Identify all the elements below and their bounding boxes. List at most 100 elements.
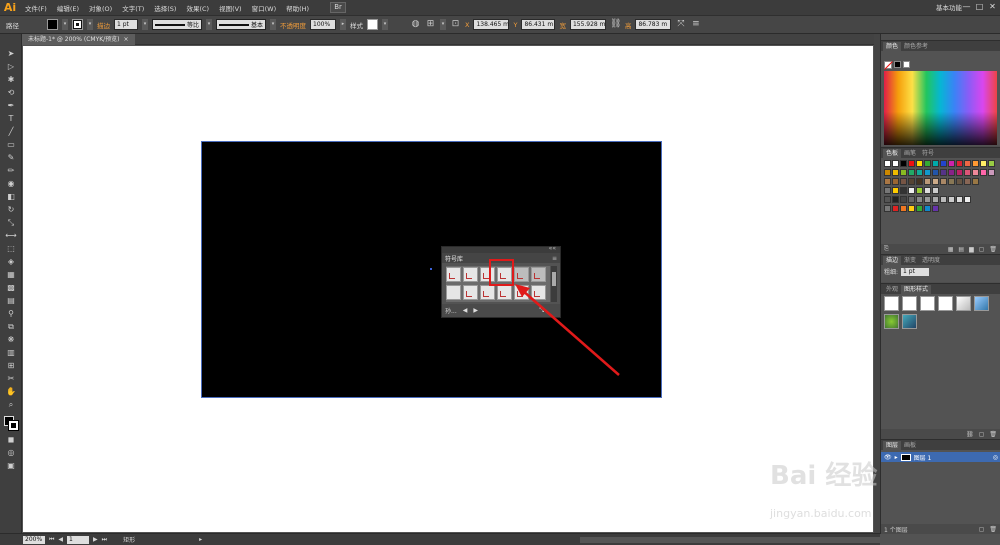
tab-color[interactable]: 颜色 (883, 42, 902, 51)
swatch[interactable] (964, 169, 971, 176)
swatch[interactable] (956, 160, 963, 167)
swatch[interactable] (988, 169, 995, 176)
swatch[interactable] (900, 169, 907, 176)
zoom-field[interactable]: 200% (23, 535, 45, 544)
swatch[interactable] (908, 169, 915, 176)
menu-window[interactable]: 窗口(W) (247, 3, 282, 13)
gradient-tool-icon[interactable]: ▤ (3, 295, 19, 306)
swatch[interactable] (900, 178, 907, 185)
library-menu-label[interactable]: 孙... (445, 306, 457, 315)
swatch[interactable] (884, 160, 891, 167)
pen-tool-icon[interactable]: ✒ (3, 100, 19, 111)
menu-type[interactable]: 文字(T) (117, 3, 149, 13)
close-tab-icon[interactable]: × (124, 36, 129, 43)
swatch[interactable] (892, 178, 899, 185)
eye-icon[interactable]: 👁 (884, 454, 892, 461)
swatch[interactable] (892, 187, 899, 194)
swatch[interactable] (964, 196, 971, 203)
swatch[interactable] (908, 187, 915, 194)
height-field[interactable]: 86.783 m (635, 19, 672, 30)
swatch[interactable] (988, 160, 995, 167)
brush-definition[interactable]: 基本 (216, 19, 266, 30)
stroke-label[interactable]: 描边 (97, 20, 110, 30)
column-graph-tool-icon[interactable]: ▥ (3, 347, 19, 358)
swatch[interactable] (908, 205, 915, 212)
selection-tool-icon[interactable]: ➤ (3, 48, 19, 59)
graphic-style-thumbnail[interactable] (974, 296, 989, 311)
swatch[interactable] (924, 169, 931, 176)
recolor-icon[interactable]: ◍ (410, 19, 421, 30)
perspective-grid-tool-icon[interactable]: ▦ (3, 269, 19, 280)
swatch[interactable] (964, 160, 971, 167)
new-swatch-icon[interactable]: ▢ (979, 246, 985, 253)
swatch-libraries-icon[interactable]: ⎘ (884, 245, 889, 253)
line-tool-icon[interactable]: ╱ (3, 126, 19, 137)
swatch[interactable] (948, 196, 955, 203)
swatch[interactable] (980, 169, 987, 176)
new-style-icon[interactable]: ▢ (979, 431, 985, 438)
chevron-down-icon[interactable]: ▾ (87, 19, 93, 30)
swatch[interactable] (884, 169, 891, 176)
scrollbar-thumb[interactable] (552, 272, 556, 286)
tab-brushes[interactable]: 画笔 (901, 149, 919, 158)
stroke-swatch[interactable] (72, 19, 83, 30)
tab-gradient[interactable]: 渐变 (901, 256, 919, 265)
width-tool-icon[interactable]: ⟷ (3, 230, 19, 241)
expand-icon[interactable]: ▸ (895, 454, 898, 461)
status-menu-icon[interactable]: ▸ (199, 536, 202, 543)
document-tab[interactable]: 未标题-1* @ 200% (CMYK/预览) × (22, 34, 135, 45)
next-artboard-icon[interactable]: ▶ (93, 536, 98, 543)
break-link-icon[interactable]: ⛓ (966, 431, 974, 438)
swatch[interactable] (980, 160, 987, 167)
shape-builder-tool-icon[interactable]: ◈ (3, 256, 19, 267)
layer-name[interactable]: 图层 1 (914, 453, 932, 462)
swatch[interactable] (940, 178, 947, 185)
blob-brush-tool-icon[interactable]: ◉ (3, 178, 19, 189)
tab-stroke[interactable]: 描边 (883, 256, 902, 265)
symbol-thumbnail[interactable] (463, 267, 478, 282)
chevron-down-icon[interactable]: ▾ (440, 19, 446, 30)
show-kinds-icon[interactable]: ▦ (948, 246, 954, 253)
reference-point-icon[interactable]: ⊡ (450, 19, 461, 30)
swatch[interactable] (924, 196, 931, 203)
previous-library-icon[interactable]: ◀ (463, 307, 468, 314)
graphic-style-thumbnail[interactable] (884, 296, 899, 311)
swatch[interactable] (916, 205, 923, 212)
swatch[interactable] (892, 160, 899, 167)
swatch[interactable] (892, 196, 899, 203)
stroke-weight-field[interactable]: 1 pt (114, 19, 138, 30)
blend-tool-icon[interactable]: ⧉ (3, 321, 19, 332)
symbol-thumbnail[interactable] (463, 285, 478, 300)
swatch[interactable] (956, 169, 963, 176)
new-layer-icon[interactable]: ▢ (979, 526, 985, 533)
swatch[interactable] (948, 169, 955, 176)
y-field[interactable]: 86.431 m (521, 19, 556, 30)
opacity-field[interactable]: 100% (310, 19, 336, 30)
trash-icon[interactable]: 🗑 (989, 431, 997, 438)
swatch[interactable] (916, 196, 923, 203)
swatch[interactable] (940, 196, 947, 203)
menu-effect[interactable]: 效果(C) (181, 3, 214, 13)
slice-tool-icon[interactable]: ✂ (3, 373, 19, 384)
swatch[interactable] (932, 205, 939, 212)
color-spectrum[interactable] (884, 71, 997, 145)
chevron-down-icon[interactable]: ▾ (270, 19, 276, 30)
swatch[interactable] (948, 178, 955, 185)
swatch[interactable] (924, 160, 931, 167)
graphic-style-thumbnail[interactable] (956, 296, 971, 311)
none-color-swatch[interactable] (884, 61, 892, 69)
graphic-style-thumbnail[interactable] (902, 314, 917, 329)
minimize-icon[interactable]: — (962, 2, 971, 11)
graphic-style-thumbnail[interactable] (884, 314, 899, 329)
symbol-thumbnail[interactable] (531, 285, 546, 300)
menu-file[interactable]: 文件(F) (20, 3, 52, 13)
swatch[interactable] (900, 205, 907, 212)
trash-icon[interactable]: 🗑 (989, 246, 997, 253)
swatch[interactable] (972, 160, 979, 167)
first-artboard-icon[interactable]: ⏮ (49, 536, 54, 544)
link-icon[interactable]: ⛓ (610, 19, 621, 30)
collapse-icon[interactable]: «« (549, 245, 556, 252)
swatch[interactable] (924, 178, 931, 185)
opacity-label[interactable]: 不透明度 (280, 20, 306, 30)
menu-select[interactable]: 选择(S) (149, 3, 181, 13)
